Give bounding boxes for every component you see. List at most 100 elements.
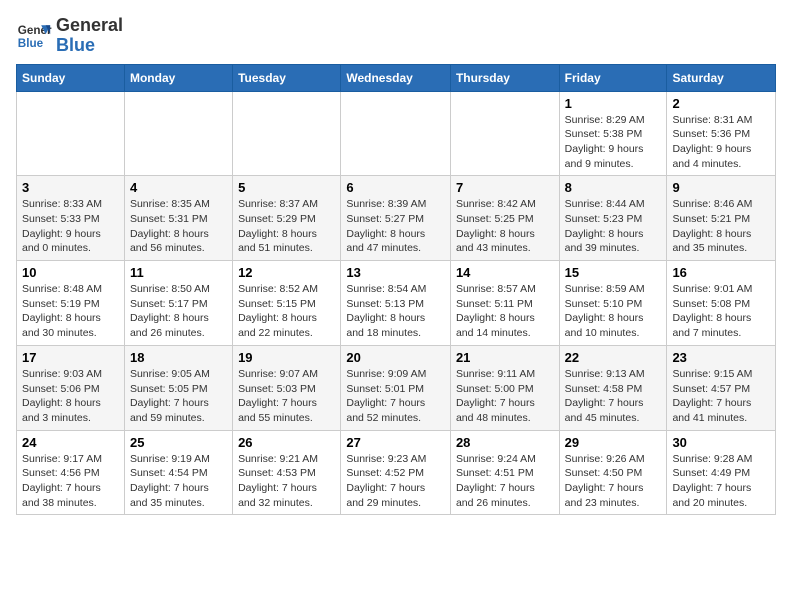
day-cell: 30Sunrise: 9:28 AM Sunset: 4:49 PM Dayli… bbox=[667, 430, 776, 515]
day-number: 11 bbox=[130, 265, 227, 280]
day-number: 12 bbox=[238, 265, 335, 280]
day-number: 6 bbox=[346, 180, 445, 195]
day-detail: Sunrise: 8:57 AM Sunset: 5:11 PM Dayligh… bbox=[456, 283, 536, 339]
day-cell: 23 Sunrise: 9:15 AM Sunset: 4:57 PM Dayli… bbox=[667, 345, 776, 430]
column-header-saturday: Saturday bbox=[667, 64, 776, 91]
day-detail: Sunrise: 9:11 AM Sunset: 5:00 PM Dayligh… bbox=[456, 368, 535, 424]
day-number: 30 bbox=[672, 435, 770, 450]
day-cell: 20Sunrise: 9:09 AM Sunset: 5:01 PM Dayli… bbox=[341, 345, 451, 430]
header: General Blue General Blue bbox=[16, 16, 776, 56]
day-cell: 27 Sunrise: 9:23 AM Sunset: 4:52 PM Dayli… bbox=[341, 430, 451, 515]
svg-text:Blue: Blue bbox=[18, 37, 44, 50]
day-cell: 5 Sunrise: 8:37 AM Sunset: 5:29 PM Daylig… bbox=[233, 176, 341, 261]
day-detail: Sunrise: 8:54 AM Sunset: 5:13 PM Dayligh… bbox=[346, 283, 426, 339]
day-number: 18 bbox=[130, 350, 227, 365]
day-detail: Sunrise: 9:13 AM Sunset: 4:58 PM Dayligh… bbox=[565, 368, 645, 424]
week-row-2: 3Sunrise: 8:33 AM Sunset: 5:33 PM Daylig… bbox=[17, 176, 776, 261]
day-number: 7 bbox=[456, 180, 554, 195]
week-row-5: 24 Sunrise: 9:17 AM Sunset: 4:56 PM Dayli… bbox=[17, 430, 776, 515]
day-detail: Sunrise: 8:42 AM Sunset: 5:25 PM Dayligh… bbox=[456, 198, 536, 254]
day-number: 25 bbox=[130, 435, 227, 450]
day-number: 29 bbox=[565, 435, 662, 450]
day-number: 24 bbox=[22, 435, 119, 450]
column-header-thursday: Thursday bbox=[450, 64, 559, 91]
day-number: 26 bbox=[238, 435, 335, 450]
day-cell: 9Sunrise: 8:46 AM Sunset: 5:21 PM Daylig… bbox=[667, 176, 776, 261]
day-cell: 28 Sunrise: 9:24 AM Sunset: 4:51 PM Dayli… bbox=[450, 430, 559, 515]
day-detail: Sunrise: 9:15 AM Sunset: 4:57 PM Dayligh… bbox=[672, 368, 752, 424]
logo: General Blue General Blue bbox=[16, 16, 123, 56]
column-header-wednesday: Wednesday bbox=[341, 64, 451, 91]
day-detail: Sunrise: 9:01 AM Sunset: 5:08 PM Dayligh… bbox=[672, 283, 752, 339]
day-number: 22 bbox=[565, 350, 662, 365]
day-number: 5 bbox=[238, 180, 335, 195]
day-cell: 21 Sunrise: 9:11 AM Sunset: 5:00 PM Dayli… bbox=[450, 345, 559, 430]
day-detail: Sunrise: 8:46 AM Sunset: 5:21 PM Dayligh… bbox=[672, 198, 752, 254]
day-number: 8 bbox=[565, 180, 662, 195]
day-cell: 24 Sunrise: 9:17 AM Sunset: 4:56 PM Dayli… bbox=[17, 430, 125, 515]
day-detail: Sunrise: 9:05 AM Sunset: 5:05 PM Dayligh… bbox=[130, 368, 210, 424]
day-cell: 10Sunrise: 8:48 AM Sunset: 5:19 PM Dayli… bbox=[17, 261, 125, 346]
day-number: 28 bbox=[456, 435, 554, 450]
day-detail: Sunrise: 9:23 AM Sunset: 4:52 PM Dayligh… bbox=[346, 453, 426, 509]
day-detail: Sunrise: 9:17 AM Sunset: 4:56 PM Dayligh… bbox=[22, 453, 102, 509]
day-cell: 15 Sunrise: 8:59 AM Sunset: 5:10 PM Dayli… bbox=[559, 261, 667, 346]
day-cell: 2Sunrise: 8:31 AM Sunset: 5:36 PM Daylig… bbox=[667, 91, 776, 176]
day-number: 4 bbox=[130, 180, 227, 195]
day-cell: 12 Sunrise: 8:52 AM Sunset: 5:15 PM Dayli… bbox=[233, 261, 341, 346]
day-cell: 18 Sunrise: 9:05 AM Sunset: 5:05 PM Dayli… bbox=[124, 345, 232, 430]
day-cell: 22 Sunrise: 9:13 AM Sunset: 4:58 PM Dayli… bbox=[559, 345, 667, 430]
day-number: 1 bbox=[565, 96, 662, 111]
day-detail: Sunrise: 8:33 AM Sunset: 5:33 PM Dayligh… bbox=[22, 198, 102, 254]
day-cell bbox=[341, 91, 451, 176]
day-detail: Sunrise: 9:07 AM Sunset: 5:03 PM Dayligh… bbox=[238, 368, 318, 424]
day-cell: 13 Sunrise: 8:54 AM Sunset: 5:13 PM Dayli… bbox=[341, 261, 451, 346]
day-detail: Sunrise: 8:31 AM Sunset: 5:36 PM Dayligh… bbox=[672, 114, 752, 170]
column-header-friday: Friday bbox=[559, 64, 667, 91]
logo-icon: General Blue bbox=[16, 18, 52, 54]
logo-text: General Blue bbox=[56, 16, 123, 56]
week-row-3: 10Sunrise: 8:48 AM Sunset: 5:19 PM Dayli… bbox=[17, 261, 776, 346]
column-header-sunday: Sunday bbox=[17, 64, 125, 91]
day-detail: Sunrise: 8:29 AM Sunset: 5:38 PM Dayligh… bbox=[565, 114, 645, 170]
day-cell: 3Sunrise: 8:33 AM Sunset: 5:33 PM Daylig… bbox=[17, 176, 125, 261]
day-cell: 29 Sunrise: 9:26 AM Sunset: 4:50 PM Dayli… bbox=[559, 430, 667, 515]
day-cell: 25Sunrise: 9:19 AM Sunset: 4:54 PM Dayli… bbox=[124, 430, 232, 515]
day-cell bbox=[17, 91, 125, 176]
column-header-monday: Monday bbox=[124, 64, 232, 91]
day-cell: 16 Sunrise: 9:01 AM Sunset: 5:08 PM Dayli… bbox=[667, 261, 776, 346]
day-detail: Sunrise: 9:03 AM Sunset: 5:06 PM Dayligh… bbox=[22, 368, 102, 424]
day-cell: 6 Sunrise: 8:39 AM Sunset: 5:27 PM Daylig… bbox=[341, 176, 451, 261]
day-detail: Sunrise: 9:26 AM Sunset: 4:50 PM Dayligh… bbox=[565, 453, 645, 509]
day-number: 15 bbox=[565, 265, 662, 280]
day-detail: Sunrise: 9:21 AM Sunset: 4:53 PM Dayligh… bbox=[238, 453, 318, 509]
day-number: 16 bbox=[672, 265, 770, 280]
day-detail: Sunrise: 8:37 AM Sunset: 5:29 PM Dayligh… bbox=[238, 198, 318, 254]
week-row-4: 17Sunrise: 9:03 AM Sunset: 5:06 PM Dayli… bbox=[17, 345, 776, 430]
day-detail: Sunrise: 8:52 AM Sunset: 5:15 PM Dayligh… bbox=[238, 283, 318, 339]
day-cell: 1 Sunrise: 8:29 AM Sunset: 5:38 PM Daylig… bbox=[559, 91, 667, 176]
day-cell bbox=[124, 91, 232, 176]
day-cell: 7 Sunrise: 8:42 AM Sunset: 5:25 PM Daylig… bbox=[450, 176, 559, 261]
calendar-table: SundayMondayTuesdayWednesdayThursdayFrid… bbox=[16, 64, 776, 516]
day-number: 14 bbox=[456, 265, 554, 280]
day-detail: Sunrise: 8:59 AM Sunset: 5:10 PM Dayligh… bbox=[565, 283, 645, 339]
day-detail: Sunrise: 8:50 AM Sunset: 5:17 PM Dayligh… bbox=[130, 283, 210, 339]
day-cell: 11 Sunrise: 8:50 AM Sunset: 5:17 PM Dayli… bbox=[124, 261, 232, 346]
day-number: 23 bbox=[672, 350, 770, 365]
week-row-1: 1 Sunrise: 8:29 AM Sunset: 5:38 PM Daylig… bbox=[17, 91, 776, 176]
day-number: 27 bbox=[346, 435, 445, 450]
column-header-tuesday: Tuesday bbox=[233, 64, 341, 91]
day-detail: Sunrise: 9:24 AM Sunset: 4:51 PM Dayligh… bbox=[456, 453, 536, 509]
day-cell: 17Sunrise: 9:03 AM Sunset: 5:06 PM Dayli… bbox=[17, 345, 125, 430]
day-number: 10 bbox=[22, 265, 119, 280]
day-cell bbox=[450, 91, 559, 176]
day-number: 21 bbox=[456, 350, 554, 365]
day-detail: Sunrise: 9:09 AM Sunset: 5:01 PM Dayligh… bbox=[346, 368, 426, 424]
day-detail: Sunrise: 8:39 AM Sunset: 5:27 PM Dayligh… bbox=[346, 198, 426, 254]
day-cell: 8 Sunrise: 8:44 AM Sunset: 5:23 PM Daylig… bbox=[559, 176, 667, 261]
day-number: 13 bbox=[346, 265, 445, 280]
day-cell: 19Sunrise: 9:07 AM Sunset: 5:03 PM Dayli… bbox=[233, 345, 341, 430]
day-detail: Sunrise: 8:35 AM Sunset: 5:31 PM Dayligh… bbox=[130, 198, 210, 254]
day-detail: Sunrise: 8:44 AM Sunset: 5:23 PM Dayligh… bbox=[565, 198, 645, 254]
